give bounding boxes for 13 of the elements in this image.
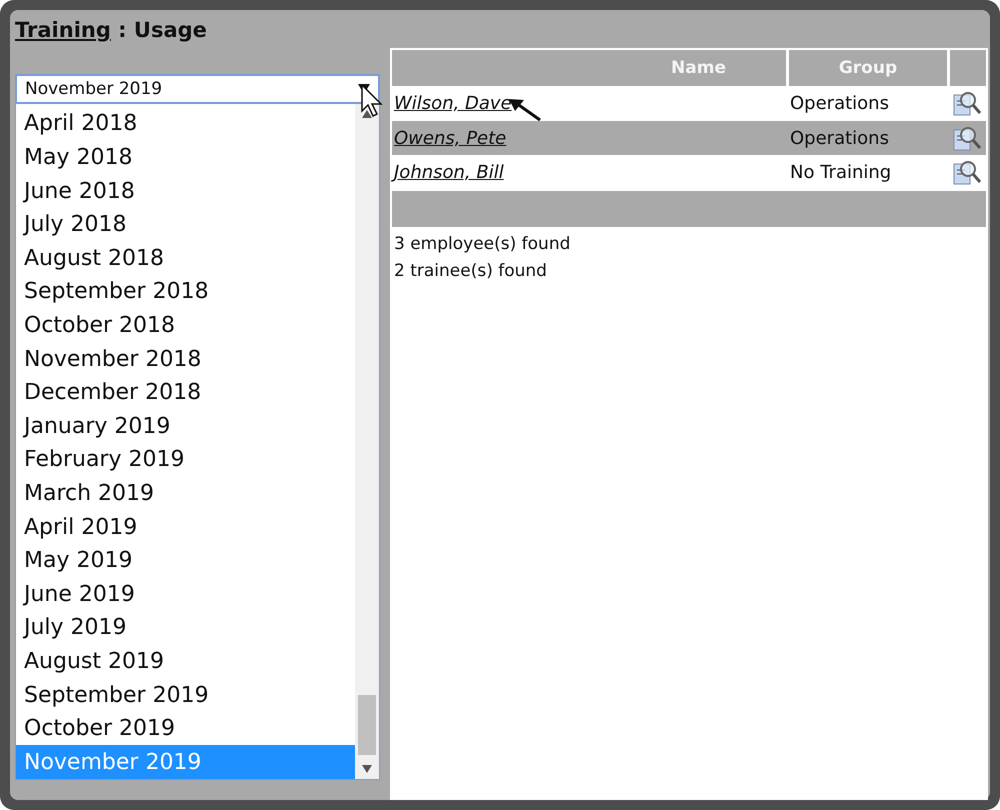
table-cell-text: Operations [789, 92, 890, 114]
training-link[interactable]: Training [15, 18, 111, 42]
table-cell-text: Operations [789, 128, 890, 148]
employee-link[interactable]: Owens, Pete [392, 128, 786, 148]
result-count: 2 trainee(s) found [393, 260, 548, 283]
column-header: Name [392, 50, 786, 86]
column-header: Group [789, 50, 947, 86]
page-title: : Usage [117, 18, 207, 42]
employee-link[interactable]: Johnson, Bill [392, 162, 786, 182]
table-cell-text: No Training [789, 162, 892, 182]
employee-link[interactable]: Wilson, Dave [392, 92, 786, 114]
month-dropdown[interactable]: November 2019 [15, 74, 380, 104]
result-count: 3 employee(s) found [393, 233, 572, 256]
